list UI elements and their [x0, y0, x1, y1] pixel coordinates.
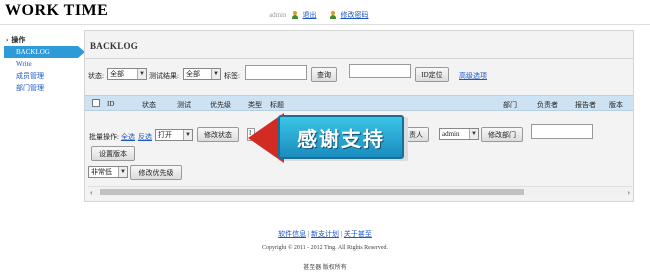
- footer-link-about[interactable]: 关于甚至: [344, 230, 372, 238]
- modify-department-button[interactable]: 修改部门: [481, 127, 523, 142]
- batch-department-value: admin: [442, 130, 460, 138]
- column-header-test[interactable]: 测试: [177, 100, 191, 110]
- footer-separator: |: [340, 230, 343, 238]
- footer-separator: |: [307, 230, 310, 238]
- set-version-button[interactable]: 设置版本: [91, 146, 135, 161]
- batch-status-select[interactable]: 打开 ▼: [155, 129, 193, 141]
- sidebar-item-write[interactable]: Write: [4, 58, 74, 70]
- id-input[interactable]: [349, 64, 411, 78]
- copyright-text: Copyright © 2011 - 2012 Ting. All Rights…: [261, 245, 388, 251]
- column-header-department[interactable]: 部门: [503, 100, 517, 110]
- test-result-select[interactable]: 全部 ▼: [183, 68, 221, 80]
- advanced-options-link[interactable]: 高级选项: [459, 71, 487, 81]
- header-divider: [0, 24, 650, 25]
- column-header-type[interactable]: 类型: [248, 100, 262, 110]
- test-result-label: 测试结果:: [149, 72, 179, 80]
- modify-status-button[interactable]: 修改状态: [197, 127, 239, 142]
- logout-link[interactable]: 退出: [303, 10, 317, 20]
- sidebar-section-label: 操作: [11, 36, 26, 44]
- footer-link-software-info[interactable]: 软件信息: [278, 230, 306, 238]
- app-logo: WORK TIME: [5, 2, 109, 19]
- id-locate-button[interactable]: ID定位: [415, 67, 449, 82]
- tag-input[interactable]: [245, 65, 307, 80]
- column-header-title[interactable]: 标题: [270, 100, 284, 110]
- owner-text: 甚至器 版权所有: [303, 265, 347, 271]
- column-header-id[interactable]: ID: [107, 100, 114, 108]
- scroll-left-icon[interactable]: ‹: [90, 188, 93, 197]
- test-result-value: 全部: [186, 70, 200, 78]
- search-button[interactable]: 查询: [311, 67, 337, 82]
- user-icon: [291, 11, 299, 19]
- change-password-link[interactable]: 修改密码: [341, 10, 369, 20]
- column-header-reporter[interactable]: 报告者: [575, 100, 596, 110]
- tag-label: 标签:: [224, 72, 240, 80]
- sidebar: › 操作 BACKLOG Write 成员管理 部门管理: [4, 34, 85, 94]
- thanks-banner: 感谢支持: [244, 113, 408, 163]
- scroll-right-icon[interactable]: ›: [627, 188, 630, 197]
- column-header-assignee[interactable]: 负责者: [537, 100, 558, 110]
- chevron-down-icon: ▼: [137, 69, 146, 79]
- banner-box: 感谢支持: [278, 115, 404, 159]
- invert-selection-link[interactable]: 反选: [138, 132, 152, 142]
- batch-label: 批量操作:: [89, 133, 119, 141]
- batch-priority-select[interactable]: 非常低 ▼: [88, 166, 128, 178]
- modify-priority-button[interactable]: 修改优先级: [130, 165, 182, 180]
- status-filter-label: 状态:: [88, 72, 104, 80]
- banner-text: 感谢支持: [297, 126, 385, 151]
- username: admin: [269, 11, 287, 19]
- footer-link-plan[interactable]: 新支计划: [311, 230, 339, 238]
- user-icon: [329, 11, 337, 19]
- panel-title: BACKLOG: [90, 41, 139, 51]
- table-header: ID 状态 测试 优先级 类型 标题 部门 负责者 报告者 版本: [85, 95, 633, 111]
- scrollbar-thumb[interactable]: [100, 189, 524, 195]
- column-header-status[interactable]: 状态: [142, 100, 156, 110]
- user-bar: admin 退出 修改密码: [269, 10, 369, 20]
- sidebar-item-departments[interactable]: 部门管理: [4, 82, 74, 94]
- chevron-right-icon: ›: [6, 36, 9, 44]
- status-filter-select[interactable]: 全部 ▼: [107, 68, 147, 80]
- footer-links: 软件信息 | 新支计划 | 关于甚至: [0, 229, 650, 239]
- panel-divider: [85, 58, 633, 59]
- sidebar-item-members[interactable]: 成员管理: [4, 70, 74, 82]
- version-input[interactable]: [531, 124, 593, 139]
- status-filter-value: 全部: [110, 70, 124, 78]
- sidebar-section-operations: › 操作: [4, 34, 74, 46]
- batch-status-value: 打开: [158, 131, 172, 139]
- batch-department-select[interactable]: admin ▼: [439, 128, 479, 140]
- batch-priority-value: 非常低: [91, 168, 112, 176]
- select-all-link[interactable]: 全选: [121, 132, 135, 142]
- column-header-priority[interactable]: 优先级: [210, 100, 231, 110]
- select-all-checkbox[interactable]: [92, 99, 100, 107]
- chevron-down-icon: ▼: [211, 69, 220, 79]
- chevron-down-icon: ▼: [183, 130, 192, 140]
- chevron-down-icon: ▼: [118, 167, 127, 177]
- sidebar-item-backlog[interactable]: BACKLOG: [4, 46, 85, 58]
- horizontal-scrollbar[interactable]: ‹ ›: [88, 186, 632, 197]
- column-header-version[interactable]: 版本: [609, 100, 623, 110]
- chevron-down-icon: ▼: [469, 129, 478, 139]
